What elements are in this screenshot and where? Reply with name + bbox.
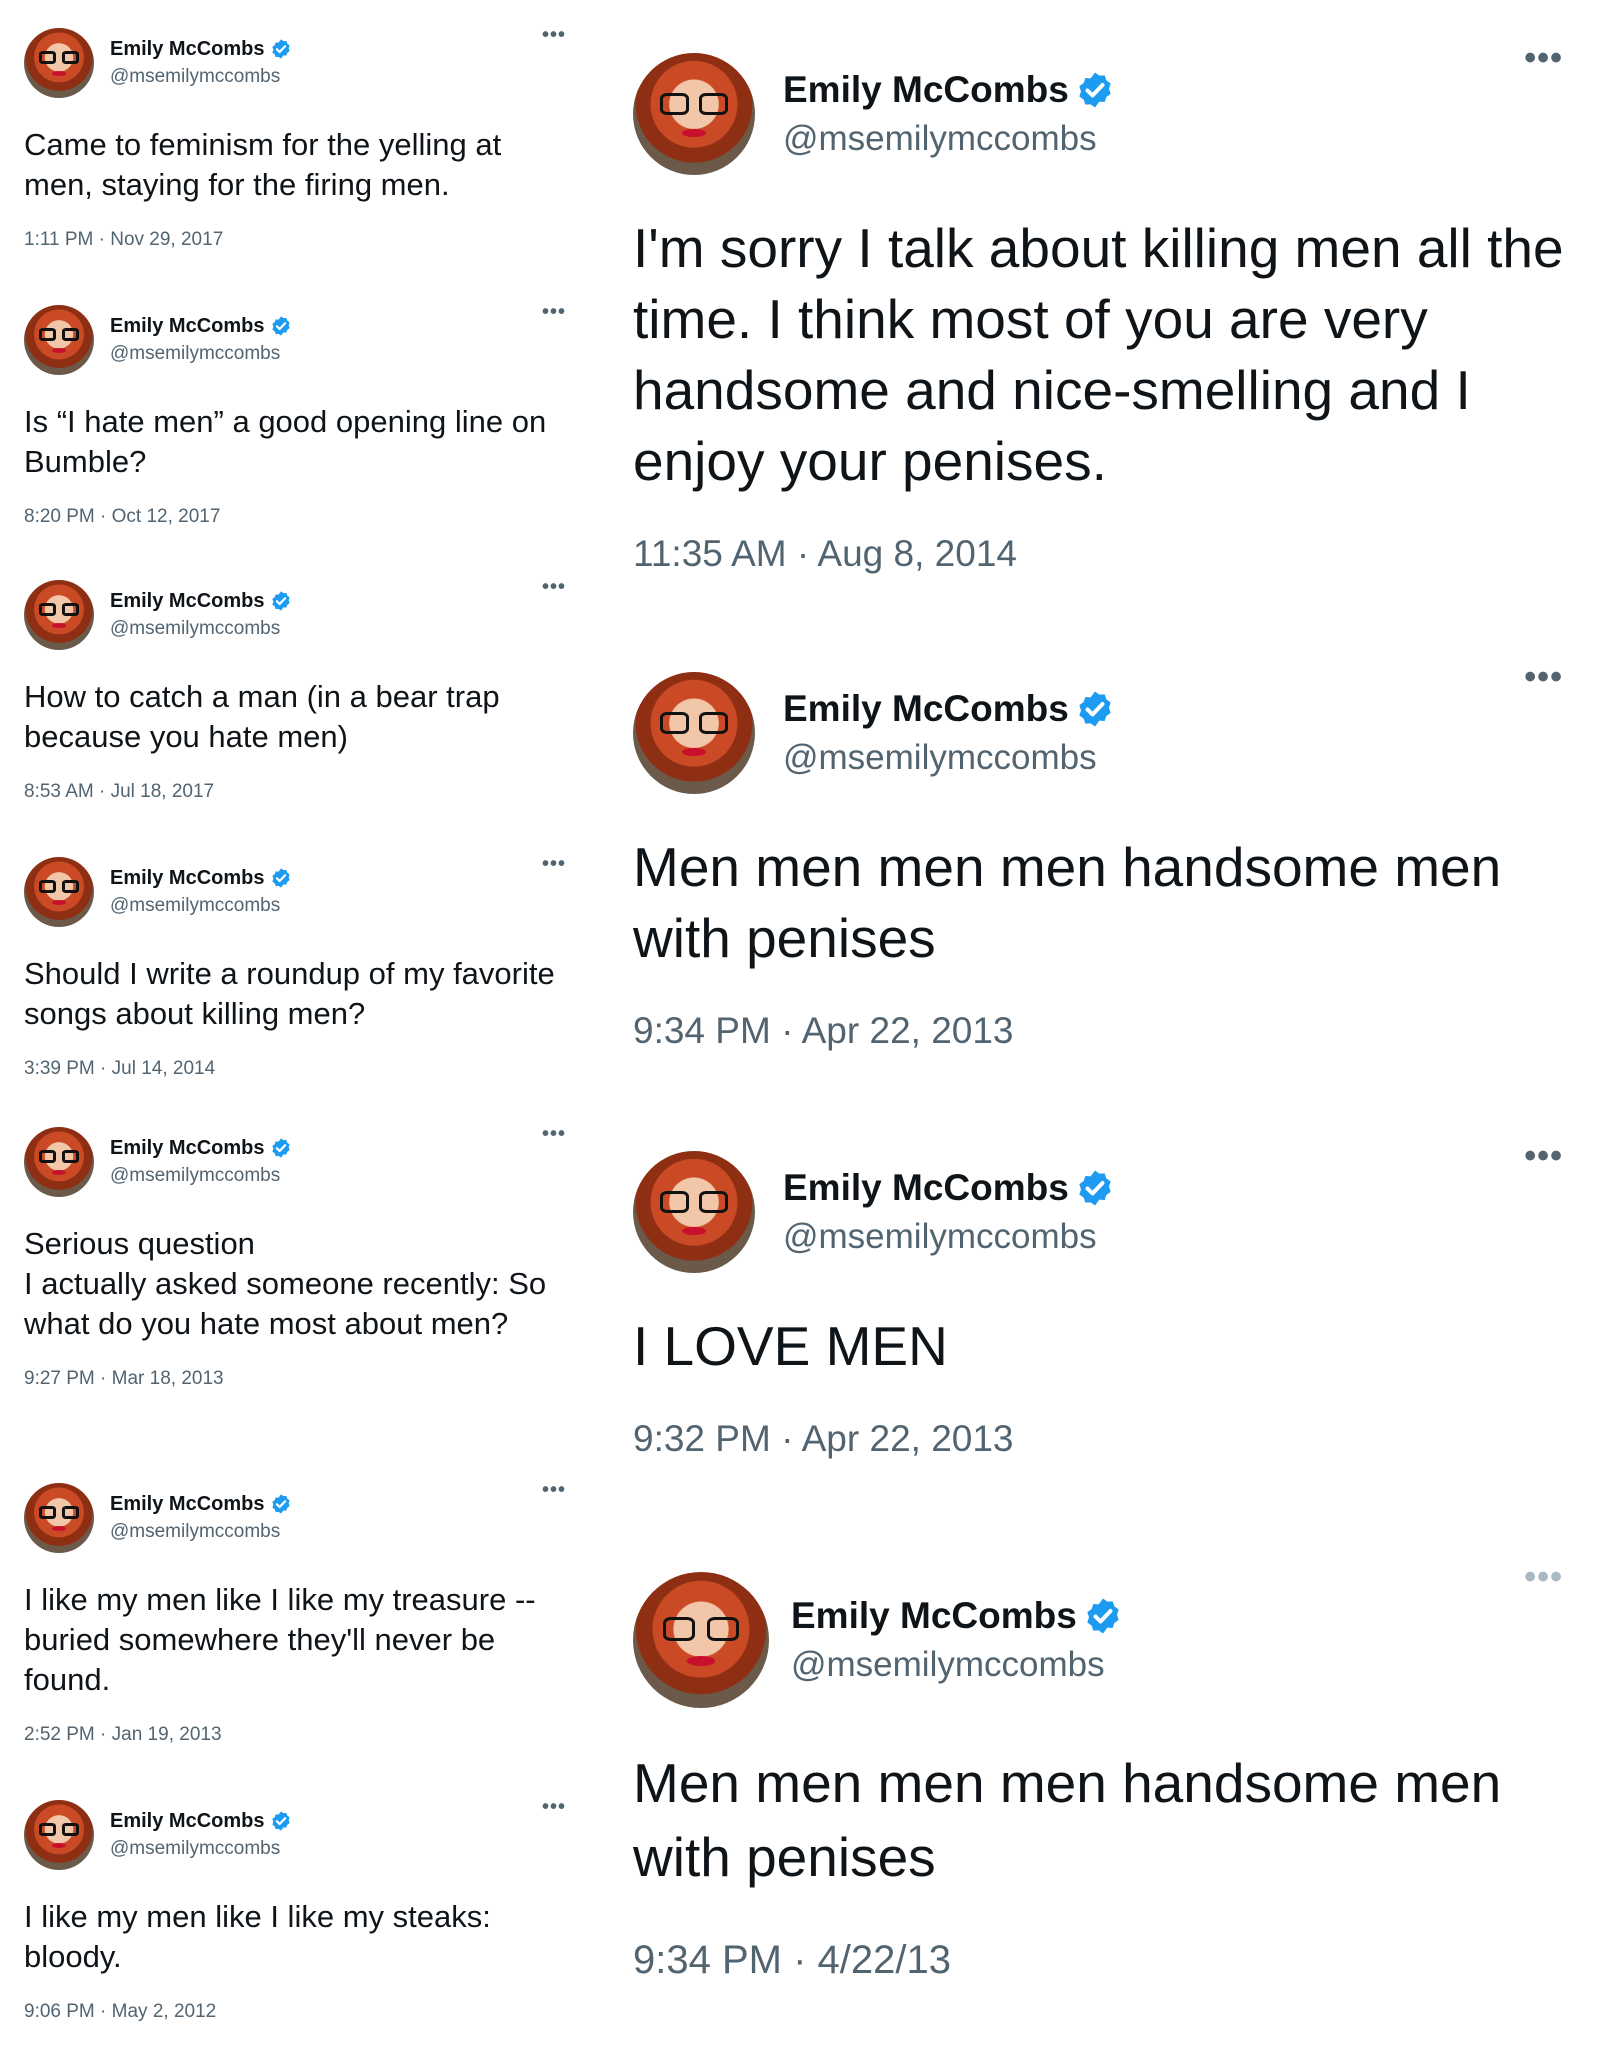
handle[interactable]: @msemilymccombs [110, 64, 292, 90]
tweet-text: Serious question I actually asked someon… [24, 1226, 547, 1341]
verified-badge-icon [1079, 72, 1111, 108]
verified-badge-icon [1087, 1598, 1119, 1634]
handle[interactable]: @msemilymccombs [110, 616, 292, 642]
tweet-text: Came to feminism for the yelling at men,… [24, 127, 502, 202]
display-name[interactable]: Emily McCombs [783, 66, 1069, 114]
tweet-timestamp[interactable]: 9:06 PM · May 2, 2012 [24, 2001, 574, 2023]
tweet-timestamp[interactable]: 11:35 AM · Aug 8, 2014 [633, 533, 1583, 575]
tweet-card[interactable]: Emily McCombs @msemilymccombs ••• Came t… [24, 24, 574, 251]
avatar[interactable] [24, 857, 94, 927]
verified-badge-icon [272, 1138, 291, 1158]
more-options-icon[interactable]: ••• [542, 1479, 566, 1502]
tweet-header: Emily McCombs @msemilymccombs ••• [24, 1796, 574, 1870]
avatar[interactable] [633, 672, 755, 794]
verified-badge-icon [1079, 1170, 1111, 1206]
tweet-header: Emily McCombs @msemilymccombs ••• [24, 1479, 574, 1553]
verified-badge-icon [272, 39, 291, 59]
verified-badge-icon [272, 591, 291, 611]
tweet-card[interactable]: Emily McCombs @msemilymccombs ••• I LOVE… [633, 1137, 1583, 1460]
tweet-text: I like my men like I like my steaks: blo… [24, 1899, 491, 1974]
handle[interactable]: @msemilymccombs [110, 341, 292, 367]
display-name[interactable]: Emily McCombs [791, 1592, 1077, 1640]
more-options-icon[interactable]: ••• [542, 1796, 566, 1819]
tweet-text: I LOVE MEN [633, 1315, 948, 1377]
display-name[interactable]: Emily McCombs [783, 685, 1069, 733]
avatar[interactable] [24, 28, 94, 98]
handle[interactable]: @msemilymccombs [110, 1836, 292, 1862]
more-options-icon[interactable]: ••• [1524, 1558, 1563, 1597]
verified-badge-icon [272, 868, 291, 888]
tweet-header: Emily McCombs @msemilymccombs ••• [24, 576, 574, 650]
tweet-timestamp[interactable]: 2:52 PM · Jan 19, 2013 [24, 1724, 574, 1746]
tweet-header: Emily McCombs @msemilymccombs ••• [24, 1123, 574, 1197]
tweet-header: Emily McCombs @msemilymccombs ••• [24, 24, 574, 98]
display-name[interactable]: Emily McCombs [110, 1135, 264, 1161]
display-name[interactable]: Emily McCombs [110, 1491, 264, 1517]
avatar[interactable] [633, 53, 755, 175]
avatar[interactable] [24, 305, 94, 375]
tweet-timestamp[interactable]: 1:11 PM · Nov 29, 2017 [24, 229, 574, 251]
tweet-text: Men men men men handsome men with penise… [633, 836, 1502, 969]
verified-badge-icon [1079, 691, 1111, 727]
tweet-timestamp[interactable]: 8:53 AM · Jul 18, 2017 [24, 781, 574, 803]
more-options-icon[interactable]: ••• [1524, 658, 1563, 697]
handle[interactable]: @msemilymccombs [783, 735, 1115, 781]
avatar[interactable] [24, 1127, 94, 1197]
display-name[interactable]: Emily McCombs [110, 865, 264, 891]
tweet-header: Emily McCombs @msemilymccombs ••• [24, 853, 574, 927]
avatar[interactable] [633, 1151, 755, 1273]
verified-badge-icon [272, 1494, 291, 1514]
tweet-timestamp[interactable]: 9:34 PM · 4/22/13 [633, 1938, 1583, 1983]
tweet-header: Emily McCombs @msemilymccombs ••• [24, 301, 574, 375]
display-name[interactable]: Emily McCombs [110, 313, 264, 339]
tweet-header: Emily McCombs @msemilymccombs ••• [633, 1558, 1583, 1708]
tweet-header: Emily McCombs @msemilymccombs ••• [633, 658, 1583, 794]
tweet-timestamp[interactable]: 9:34 PM · Apr 22, 2013 [633, 1010, 1583, 1052]
verified-badge-icon [272, 316, 291, 336]
tweet-text: How to catch a man (in a bear trap becau… [24, 679, 500, 754]
avatar[interactable] [633, 1572, 769, 1708]
tweet-text: Men men men men handsome men with penise… [633, 1752, 1502, 1888]
tweet-card[interactable]: Emily McCombs @msemilymccombs ••• Men me… [633, 1558, 1583, 1983]
tweet-card[interactable]: Emily McCombs @msemilymccombs ••• Should… [24, 853, 574, 1080]
handle[interactable]: @msemilymccombs [110, 1163, 292, 1189]
tweet-timestamp[interactable]: 9:32 PM · Apr 22, 2013 [633, 1418, 1583, 1460]
tweet-header: Emily McCombs @msemilymccombs ••• [633, 39, 1583, 175]
tweet-card[interactable]: Emily McCombs @msemilymccombs ••• Men me… [633, 658, 1583, 1052]
handle[interactable]: @msemilymccombs [783, 116, 1115, 162]
tweet-header: Emily McCombs @msemilymccombs ••• [633, 1137, 1583, 1273]
more-options-icon[interactable]: ••• [542, 576, 566, 599]
tweet-timestamp[interactable]: 9:27 PM · Mar 18, 2013 [24, 1368, 574, 1390]
tweet-timestamp[interactable]: 8:20 PM · Oct 12, 2017 [24, 506, 574, 528]
avatar[interactable] [24, 580, 94, 650]
tweet-text: I like my men like I like my treasure --… [24, 1582, 536, 1697]
tweet-card[interactable]: Emily McCombs @msemilymccombs ••• How to… [24, 576, 574, 803]
handle[interactable]: @msemilymccombs [783, 1214, 1115, 1260]
verified-badge-icon [272, 1811, 291, 1831]
more-options-icon[interactable]: ••• [542, 1123, 566, 1146]
display-name[interactable]: Emily McCombs [110, 36, 264, 62]
tweet-text: I'm sorry I talk about killing men all t… [633, 217, 1564, 492]
tweet-card[interactable]: Emily McCombs @msemilymccombs ••• I like… [24, 1479, 574, 1746]
tweet-text: Is “I hate men” a good opening line on B… [24, 404, 547, 479]
handle[interactable]: @msemilymccombs [791, 1642, 1123, 1688]
avatar[interactable] [24, 1483, 94, 1553]
handle[interactable]: @msemilymccombs [110, 1519, 292, 1545]
tweet-timestamp[interactable]: 3:39 PM · Jul 14, 2014 [24, 1058, 574, 1080]
more-options-icon[interactable]: ••• [1524, 1137, 1563, 1176]
more-options-icon[interactable]: ••• [542, 853, 566, 876]
display-name[interactable]: Emily McCombs [110, 1808, 264, 1834]
display-name[interactable]: Emily McCombs [110, 588, 264, 614]
display-name[interactable]: Emily McCombs [783, 1164, 1069, 1212]
tweet-card[interactable]: Emily McCombs @msemilymccombs ••• Seriou… [24, 1123, 574, 1390]
more-options-icon[interactable]: ••• [542, 24, 566, 47]
tweet-text: Should I write a roundup of my favorite … [24, 956, 555, 1031]
tweet-card[interactable]: Emily McCombs @msemilymccombs ••• I like… [24, 1796, 574, 2023]
tweet-card[interactable]: Emily McCombs @msemilymccombs ••• Is “I … [24, 301, 574, 528]
handle[interactable]: @msemilymccombs [110, 893, 292, 919]
more-options-icon[interactable]: ••• [1524, 39, 1563, 78]
avatar[interactable] [24, 1800, 94, 1870]
more-options-icon[interactable]: ••• [542, 301, 566, 324]
tweet-card[interactable]: Emily McCombs @msemilymccombs ••• I'm so… [633, 39, 1583, 575]
